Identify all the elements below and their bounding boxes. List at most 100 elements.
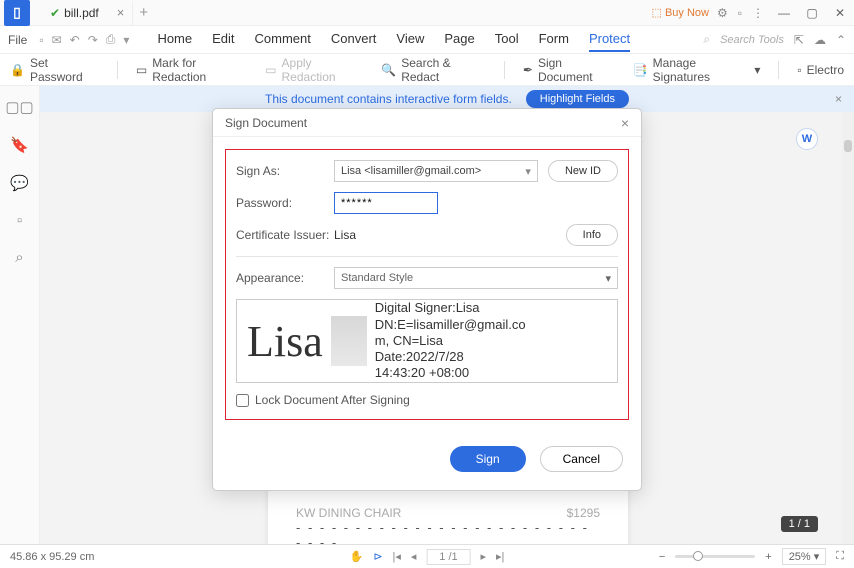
- mark-redaction-button[interactable]: ▭Mark for Redaction: [136, 56, 247, 84]
- sign-document-button[interactable]: ✒ Sign Document: [523, 56, 615, 84]
- close-dialog-icon[interactable]: ×: [621, 115, 629, 131]
- sig-detail-line: Date:2022/7/28: [375, 349, 526, 365]
- undo-icon[interactable]: ↶: [70, 33, 80, 47]
- menubar: File ▫ ✉ ↶ ↷ ⎙ ▾ Home Edit Comment Conve…: [0, 26, 854, 54]
- cancel-button[interactable]: Cancel: [540, 446, 623, 472]
- page-number-input[interactable]: 1 /1: [426, 549, 470, 565]
- password-input[interactable]: [334, 192, 438, 214]
- sign-document-dialog: Sign Document × Sign As: Lisa <lisamille…: [212, 108, 642, 491]
- new-id-button[interactable]: New ID: [548, 160, 618, 182]
- cloud-icon[interactable]: ☁: [814, 33, 826, 47]
- scrollbar-thumb[interactable]: [844, 140, 852, 152]
- next-page-icon[interactable]: ▸: [480, 550, 486, 563]
- document-tab[interactable]: ✔ bill.pdf ×: [36, 1, 133, 25]
- item-name: KW DINING CHAIR: [296, 506, 401, 520]
- search-icon: ⌕: [703, 32, 710, 47]
- zoom-in-icon[interactable]: +: [765, 551, 771, 563]
- maximize-button[interactable]: ▢: [798, 0, 826, 26]
- highlight-fields-button[interactable]: Highlight Fields: [526, 90, 629, 108]
- info-button[interactable]: Info: [566, 224, 618, 246]
- appearance-value: Standard Style: [341, 272, 413, 284]
- chevron-down-icon: ▾: [525, 165, 531, 178]
- apply-redaction-button: ▭ Apply Redaction: [265, 56, 363, 84]
- dialog-footer: Sign Cancel: [213, 432, 641, 490]
- apply-redaction-icon: ▭: [265, 63, 276, 77]
- tab-view[interactable]: View: [396, 27, 424, 52]
- tab-home[interactable]: Home: [157, 27, 192, 52]
- thumbnails-icon[interactable]: ▢▢: [5, 98, 33, 116]
- sign-icon: ✒: [523, 63, 533, 77]
- tab-convert[interactable]: Convert: [331, 27, 377, 52]
- print-icon[interactable]: ⎙: [106, 32, 116, 47]
- tab-tool[interactable]: Tool: [495, 27, 519, 52]
- zoom-level-select[interactable]: 25% ▾: [782, 548, 827, 565]
- tab-form[interactable]: Form: [539, 27, 569, 52]
- sig-detail-line: 14:43:20 +08:00: [375, 365, 526, 381]
- chevron-down-icon: ▾: [605, 272, 611, 285]
- buy-now-link[interactable]: ⬚ Buy Now: [652, 6, 709, 19]
- search-redact-icon: 🔍: [381, 63, 396, 77]
- lock-document-checkbox[interactable]: [236, 394, 249, 407]
- save-icon[interactable]: ▫: [39, 33, 43, 47]
- comments-icon[interactable]: 💬: [10, 174, 29, 192]
- word-export-badge[interactable]: W: [796, 128, 818, 150]
- app-logo-icon: ▯: [4, 0, 30, 26]
- cert-issuer-value: Lisa: [334, 228, 566, 242]
- search-panel-icon[interactable]: ⌕: [15, 249, 23, 266]
- vertical-scrollbar[interactable]: [842, 112, 854, 544]
- tab-edit[interactable]: Edit: [212, 27, 234, 52]
- set-password-button[interactable]: 🔒Set Password: [10, 56, 99, 84]
- last-page-icon[interactable]: ▸|: [496, 550, 504, 563]
- appearance-select[interactable]: Standard Style ▾: [334, 267, 618, 289]
- zoom-slider[interactable]: [675, 555, 755, 558]
- redo-icon[interactable]: ↷: [88, 33, 98, 47]
- window-controls: — ▢ ✕: [770, 0, 854, 26]
- minimize-button[interactable]: —: [770, 0, 798, 26]
- set-password-label: Set Password: [30, 56, 99, 84]
- fullscreen-icon[interactable]: ⛶: [836, 550, 844, 563]
- sign-button[interactable]: Sign: [450, 446, 526, 472]
- notification-icon[interactable]: ▫: [738, 6, 742, 20]
- sig-detail-line: m, CN=Lisa: [375, 333, 526, 349]
- password-label: Password:: [236, 196, 334, 210]
- prev-page-icon[interactable]: ◂: [411, 550, 417, 563]
- cert-issuer-label: Certificate Issuer:: [236, 228, 334, 242]
- document-page: KW DINING CHAIR $1295 - - - - - - - - - …: [268, 486, 628, 544]
- tab-page[interactable]: Page: [444, 27, 474, 52]
- kebab-menu-icon[interactable]: ⋮: [752, 6, 764, 20]
- apply-redaction-label: Apply Redaction: [282, 56, 364, 84]
- share-icon[interactable]: ⇱: [794, 33, 804, 47]
- tab-comment[interactable]: Comment: [255, 27, 311, 52]
- zoom-out-icon[interactable]: −: [659, 551, 665, 563]
- check-icon: ✔: [50, 6, 60, 20]
- manage-signatures-button[interactable]: 📑Manage Signatures▾: [633, 56, 761, 84]
- bookmark-icon[interactable]: 🔖: [10, 136, 29, 154]
- search-tools-input[interactable]: Search Tools: [720, 34, 784, 46]
- mail-icon[interactable]: ✉: [52, 33, 62, 47]
- signatures-icon: 📑: [633, 63, 648, 77]
- separator-dashes: - - - - - - - - - - - - - - - - - - - - …: [296, 520, 600, 544]
- close-notice-icon[interactable]: ×: [835, 92, 842, 106]
- statusbar: 45.86 x 95.29 cm ✋ ⊳ |◂ ◂ 1 /1 ▸ ▸| − + …: [0, 544, 854, 568]
- qat-chevron-icon[interactable]: ▾: [123, 33, 129, 47]
- appearance-label: Appearance:: [236, 271, 334, 285]
- gift-icon[interactable]: ⚙: [717, 6, 728, 20]
- zoom-slider-thumb[interactable]: [693, 551, 703, 561]
- item-price: $1295: [567, 506, 600, 520]
- new-tab-button[interactable]: +: [139, 4, 148, 21]
- sign-document-label: Sign Document: [538, 56, 615, 84]
- close-tab-icon[interactable]: ×: [117, 5, 125, 20]
- electronic-button[interactable]: ▫Electro: [797, 63, 844, 77]
- menu-chevron-icon[interactable]: ⌃: [836, 33, 846, 47]
- file-menu[interactable]: File: [8, 33, 27, 47]
- first-page-icon[interactable]: |◂: [393, 550, 401, 563]
- tab-protect[interactable]: Protect: [589, 27, 630, 52]
- close-window-button[interactable]: ✕: [826, 0, 854, 26]
- hand-tool-icon[interactable]: ✋: [350, 550, 364, 563]
- protect-toolbar: 🔒Set Password ▭Mark for Redaction ▭ Apply…: [0, 54, 854, 86]
- search-redact-button[interactable]: 🔍 Search & Redact: [381, 56, 486, 84]
- attachments-icon[interactable]: ▫: [17, 212, 22, 229]
- select-tool-icon[interactable]: ⊳: [373, 550, 382, 563]
- search-redact-label: Search & Redact: [401, 56, 486, 84]
- sign-as-select[interactable]: Lisa <lisamiller@gmail.com> ▾: [334, 160, 538, 182]
